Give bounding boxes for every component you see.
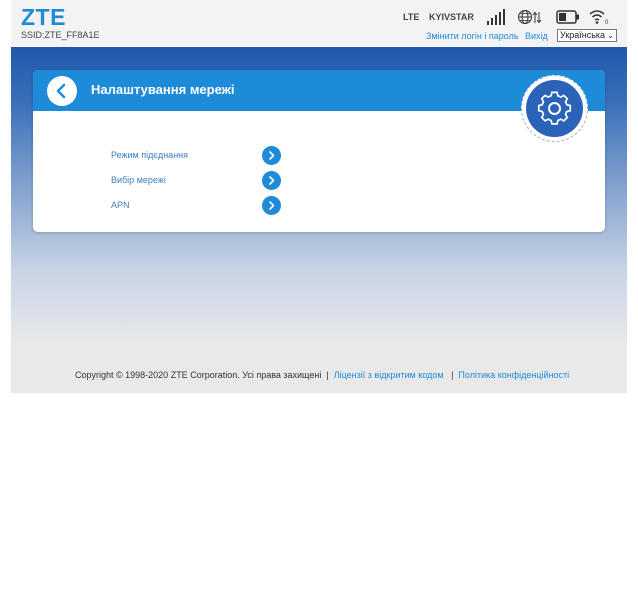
top-header: ZTE SSID:ZTE_FF8A1E LTE KYIVSTAR 0 Зміни…	[11, 0, 627, 47]
globe-data-icon	[518, 10, 542, 24]
settings-gear-badge	[521, 75, 588, 142]
copyright-text: Copyright © 1998-2020 ZTE Corporation. У…	[75, 370, 322, 380]
gear-circle	[526, 80, 583, 137]
network-selection-arrow-button[interactable]	[262, 171, 281, 190]
privacy-policy-link[interactable]: Політика конфіденційності	[458, 370, 569, 380]
page-title: Налаштування мережі	[91, 82, 235, 97]
apn-arrow-button[interactable]	[262, 196, 281, 215]
footer-separator: |	[326, 370, 329, 380]
network-type: LTE	[403, 12, 420, 22]
wifi-clients-count: 0	[605, 20, 609, 25]
signal-bars-icon	[487, 9, 505, 25]
chevron-left-icon	[56, 83, 66, 99]
carrier-name: KYIVSTAR	[429, 12, 474, 22]
chevron-down-icon: ⌄	[607, 31, 614, 40]
back-button[interactable]	[47, 76, 77, 106]
open-source-license-link[interactable]: Ліцензії з відкритим кодом	[334, 370, 444, 380]
page-background: ZTE SSID:ZTE_FF8A1E LTE KYIVSTAR 0 Зміни…	[11, 0, 627, 393]
connection-mode-arrow-button[interactable]	[262, 146, 281, 165]
chevron-right-icon	[269, 151, 275, 160]
card-header: Налаштування мережі	[33, 70, 605, 111]
gear-icon	[537, 91, 572, 125]
footer-separator: |	[451, 370, 454, 380]
menu-item-network-selection[interactable]: Вибір мережі	[111, 175, 166, 185]
menu-item-connection-mode[interactable]: Режим підєднання	[111, 150, 188, 160]
menu-item-apn[interactable]: APN	[111, 200, 130, 210]
chevron-right-icon	[269, 176, 275, 185]
chevron-right-icon	[269, 201, 275, 210]
wifi-icon: 0	[589, 10, 609, 25]
footer: Copyright © 1998-2020 ZTE Corporation. У…	[75, 370, 569, 380]
battery-icon	[556, 10, 579, 24]
network-settings-card: Налаштування мережі Режим підєднання Виб…	[33, 70, 605, 232]
ssid-label: SSID:ZTE_FF8A1E	[21, 30, 100, 40]
zte-logo: ZTE	[21, 4, 66, 30]
change-login-link[interactable]: Змінити логін і пароль	[426, 31, 519, 41]
language-select[interactable]: Українська ⌄	[557, 29, 617, 42]
language-selected: Українська	[560, 30, 606, 40]
logout-link[interactable]: Вихід	[525, 31, 548, 41]
